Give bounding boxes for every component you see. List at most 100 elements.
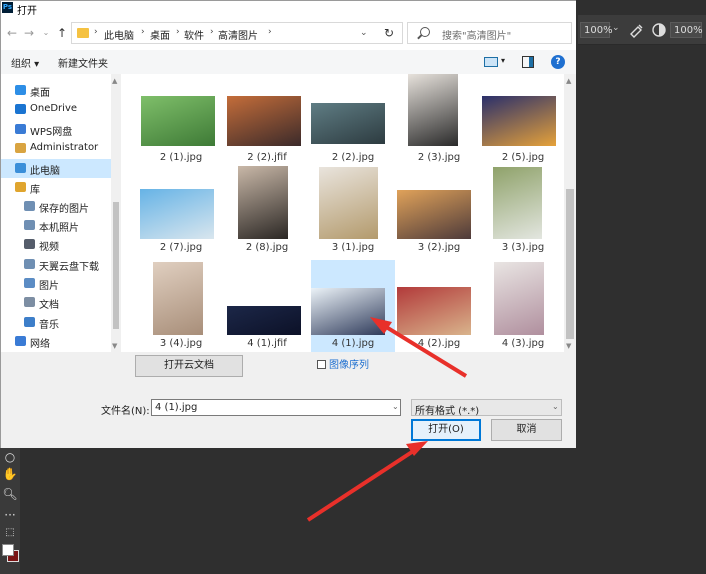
- sidebar-item[interactable]: 库: [1, 178, 111, 197]
- user-icon: [15, 143, 26, 153]
- network-icon: [15, 336, 26, 346]
- image-preview: [227, 306, 301, 335]
- view-options-icon[interactable]: [484, 57, 498, 67]
- sidebar-item-label: 图片: [39, 281, 59, 292]
- screen: 100% ⌄ 100% ○ ✋ 🔍︎ ··· ⬚ ⇄ Ps 打开 ← → ⌄ ↑: [0, 0, 706, 574]
- filename-field[interactable]: 4 (1).jpg: [151, 399, 401, 416]
- chevron-right-icon: ›: [141, 27, 145, 37]
- sidebar-item[interactable]: 图片: [1, 274, 111, 293]
- new-folder-button[interactable]: 新建文件夹: [58, 55, 108, 70]
- breadcrumb-desktop[interactable]: 桌面: [150, 27, 170, 42]
- open-button[interactable]: 打开(O): [411, 419, 481, 441]
- file-thumbnail[interactable]: 3 (1).jpg: [311, 162, 395, 256]
- file-thumbnail[interactable]: 2 (7).jpg: [139, 162, 223, 256]
- music-icon: [24, 317, 35, 327]
- zoom-right-field[interactable]: 100%: [670, 22, 703, 38]
- search-icon: [420, 27, 430, 37]
- file-list-scrollbar[interactable]: ▲ ▼: [564, 74, 576, 352]
- file-type-select[interactable]: 所有格式 (*.*): [411, 399, 562, 417]
- recent-locations-icon[interactable]: ⌄: [38, 25, 54, 41]
- file-list-scroll-thumb[interactable]: [566, 189, 574, 339]
- airbrush-icon[interactable]: [628, 21, 646, 39]
- file-thumbnail[interactable]: 4 (1).jpg: [311, 260, 395, 352]
- file-thumbnail[interactable]: 2 (1).jpg: [139, 74, 223, 166]
- sidebar-item-label: 音乐: [39, 320, 59, 331]
- cancel-button[interactable]: 取消: [491, 419, 562, 441]
- refresh-icon[interactable]: ↻: [384, 26, 394, 40]
- scroll-down-icon[interactable]: ▼: [566, 342, 571, 350]
- image-sequence-checkbox[interactable]: [317, 360, 326, 369]
- file-thumbnail[interactable]: 2 (2).jfif: [225, 74, 309, 166]
- sidebar-item[interactable]: 视频: [1, 235, 111, 254]
- sidebar-item-label: 桌面: [30, 88, 50, 99]
- file-thumbnail[interactable]: 4 (2).jpg: [397, 260, 481, 352]
- sidebar-item[interactable]: 音乐: [1, 313, 111, 332]
- scroll-up-icon[interactable]: ▲: [566, 77, 571, 85]
- sidebar-item[interactable]: 此电脑: [1, 159, 111, 178]
- lasso-tool-icon[interactable]: ○: [0, 448, 20, 466]
- sidebar-item[interactable]: 本机照片: [1, 216, 111, 235]
- sidebar-item[interactable]: 保存的图片: [1, 197, 111, 216]
- sidebar-scroll-thumb[interactable]: [113, 202, 119, 329]
- folder-icon: [77, 28, 89, 38]
- organize-button[interactable]: 组织 ▾: [11, 55, 39, 70]
- cloud-icon: [15, 124, 26, 134]
- file-thumbnail[interactable]: 2 (2).jpg: [311, 74, 395, 166]
- foreground-color-swatch[interactable]: [2, 544, 14, 556]
- file-thumbnail[interactable]: 2 (8).jpg: [225, 162, 309, 256]
- sidebar-item[interactable]: 天翼云盘下载: [1, 255, 111, 274]
- sidebar-scrollbar[interactable]: ▲ ▼: [111, 74, 121, 352]
- file-thumbnail[interactable]: 3 (2).jpg: [397, 162, 481, 256]
- filename-dropdown-icon[interactable]: ⌄: [392, 402, 399, 411]
- scroll-down-icon[interactable]: ▼: [112, 342, 117, 350]
- breadcrumb-hd-images[interactable]: 高清图片: [218, 27, 258, 42]
- file-thumbnail[interactable]: 3 (3).jpg: [481, 162, 565, 256]
- chevron-right-icon: ›: [94, 27, 98, 37]
- sidebar-item-label: 此电脑: [30, 166, 60, 177]
- file-thumbnail[interactable]: 3 (4).jpg: [139, 260, 223, 352]
- sidebar-item[interactable]: 网络: [1, 332, 111, 351]
- more-tools-icon[interactable]: ···: [0, 506, 20, 524]
- breadcrumb-this-pc[interactable]: 此电脑: [104, 27, 134, 42]
- back-arrow-icon[interactable]: ←: [4, 25, 20, 41]
- breadcrumb-software[interactable]: 软件: [184, 27, 204, 42]
- file-thumbnail[interactable]: 2 (5).jpg: [481, 74, 565, 166]
- preview-pane-icon[interactable]: [522, 56, 534, 68]
- open-cloud-document-button[interactable]: 打开云文档: [135, 355, 243, 377]
- image-preview: [408, 74, 458, 146]
- file-name: 3 (2).jpg: [417, 242, 461, 253]
- sidebar-item-label: 本机照片: [39, 223, 79, 234]
- chevron-down-icon[interactable]: ▾: [501, 56, 505, 65]
- file-name: 2 (8).jpg: [245, 242, 289, 253]
- zoom-left-field[interactable]: 100%: [580, 22, 613, 38]
- address-dropdown-icon[interactable]: ⌄: [360, 28, 368, 38]
- file-thumbnail[interactable]: 2 (3).jpg: [397, 74, 481, 166]
- help-icon[interactable]: ?: [551, 55, 565, 69]
- up-arrow-icon[interactable]: ↑: [54, 25, 70, 41]
- navigation-bar: ← → ⌄ ↑ › 此电脑 › 桌面 › 软件 › 高清图片 › ⌄ ↻ 搜索"…: [1, 16, 576, 50]
- sidebar-item[interactable]: Administrator: [1, 139, 111, 158]
- scroll-up-icon[interactable]: ▲: [112, 77, 117, 85]
- chevron-right-icon: ›: [176, 27, 180, 37]
- chevron-right-icon: ›: [210, 27, 214, 37]
- hand-tool-icon[interactable]: ✋: [0, 465, 20, 483]
- sidebar-item[interactable]: WPS网盘: [1, 120, 111, 139]
- image-preview: [141, 96, 215, 146]
- file-thumbnail[interactable]: 4 (1).jfif: [225, 260, 309, 352]
- file-thumbnail[interactable]: 4 (3).jpg: [481, 260, 565, 352]
- forward-arrow-icon[interactable]: →: [21, 25, 37, 41]
- sidebar-item[interactable]: OneDrive: [1, 100, 111, 119]
- chevron-down-icon[interactable]: ⌄: [612, 23, 620, 33]
- search-input[interactable]: 搜索"高清图片": [407, 22, 572, 44]
- pressure-opacity-icon[interactable]: [650, 21, 668, 39]
- file-name: 3 (4).jpg: [159, 338, 203, 349]
- address-bar[interactable]: › 此电脑 › 桌面 › 软件 › 高清图片 › ⌄ ↻: [71, 22, 403, 44]
- image-sequence-label[interactable]: 图像序列: [329, 356, 369, 371]
- sidebar-item[interactable]: 桌面: [1, 81, 111, 100]
- sidebar-item[interactable]: 文档: [1, 293, 111, 312]
- image-preview: [397, 287, 471, 335]
- file-type-dropdown-icon[interactable]: ⌄: [552, 402, 559, 411]
- default-colors-icon[interactable]: ⬚ ⇄: [0, 524, 20, 556]
- zoom-tool-icon[interactable]: 🔍︎: [0, 485, 20, 503]
- desktop-icon: [15, 85, 26, 95]
